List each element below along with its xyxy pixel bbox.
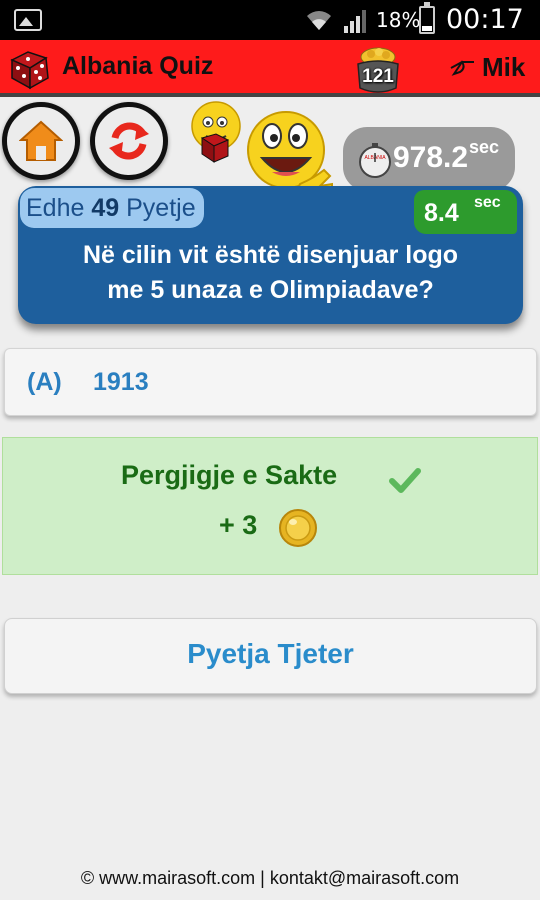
status-bar: 18% 00:17 — [0, 0, 540, 40]
user-name[interactable]: Mik — [482, 52, 525, 83]
battery-percent: 18% — [376, 8, 421, 32]
question-text-line2: me 5 unaza e Olimpiadave? — [107, 276, 434, 304]
battery-icon — [419, 2, 435, 34]
answer-letter: (A) — [27, 368, 62, 396]
answer-option-a[interactable]: (A) 1913 — [4, 348, 537, 416]
question-timer-unit: sec — [474, 194, 501, 211]
clock: 00:17 — [446, 4, 524, 35]
total-timer-unit: sec — [469, 137, 500, 157]
app-title: Albania Quiz — [62, 52, 214, 80]
remaining-suffix: Pyetje — [126, 194, 196, 222]
stopwatch-icon: ALBANIA — [359, 143, 391, 178]
home-icon — [19, 120, 63, 161]
remaining-prefix: Edhe — [26, 194, 85, 222]
points-earned: + 3 — [219, 510, 258, 540]
question-card: Edhe 49 Pyetje 8.4 sec Në cilin vit ësht… — [18, 186, 523, 324]
total-timer-value: 978.2 — [393, 141, 469, 174]
signal-icon — [344, 10, 366, 33]
image-icon — [14, 9, 42, 31]
total-timer: ALBANIA 978.2 sec — [343, 127, 515, 191]
coin-icon — [279, 509, 317, 547]
refresh-icon — [109, 122, 149, 160]
wifi-icon — [307, 11, 331, 30]
remaining-count: 49 — [91, 194, 120, 222]
checkmark-icon — [389, 468, 421, 493]
result-message: Pergjigje e Sakte — [121, 460, 338, 490]
hand-pointing-icon[interactable] — [448, 54, 476, 80]
question-timer: 8.4 sec — [414, 190, 517, 234]
coin-count: 121 — [362, 66, 394, 87]
question-timer-value: 8.4 — [424, 199, 459, 227]
dice-logo-icon — [10, 51, 49, 90]
next-question-button[interactable]: Pyetja Tjeter — [4, 618, 537, 694]
app-header: Albania Quiz 121 Mik — [0, 40, 540, 97]
question-text: Në cilin vit është disenjuar logo me 5 u… — [28, 238, 513, 308]
question-text-line1: Në cilin vit është disenjuar logo — [82, 241, 459, 269]
next-question-label: Pyetja Tjeter — [187, 638, 354, 669]
refresh-button[interactable] — [90, 102, 168, 180]
footer-text: © www.mairasoft.com | kontakt@mairasoft.… — [80, 868, 460, 888]
home-button[interactable] — [2, 102, 80, 180]
result-panel: Pergjigje e Sakte + 3 — [2, 437, 538, 575]
answer-text: 1913 — [93, 368, 149, 396]
remaining-questions: Edhe 49 Pyetje — [20, 188, 204, 228]
